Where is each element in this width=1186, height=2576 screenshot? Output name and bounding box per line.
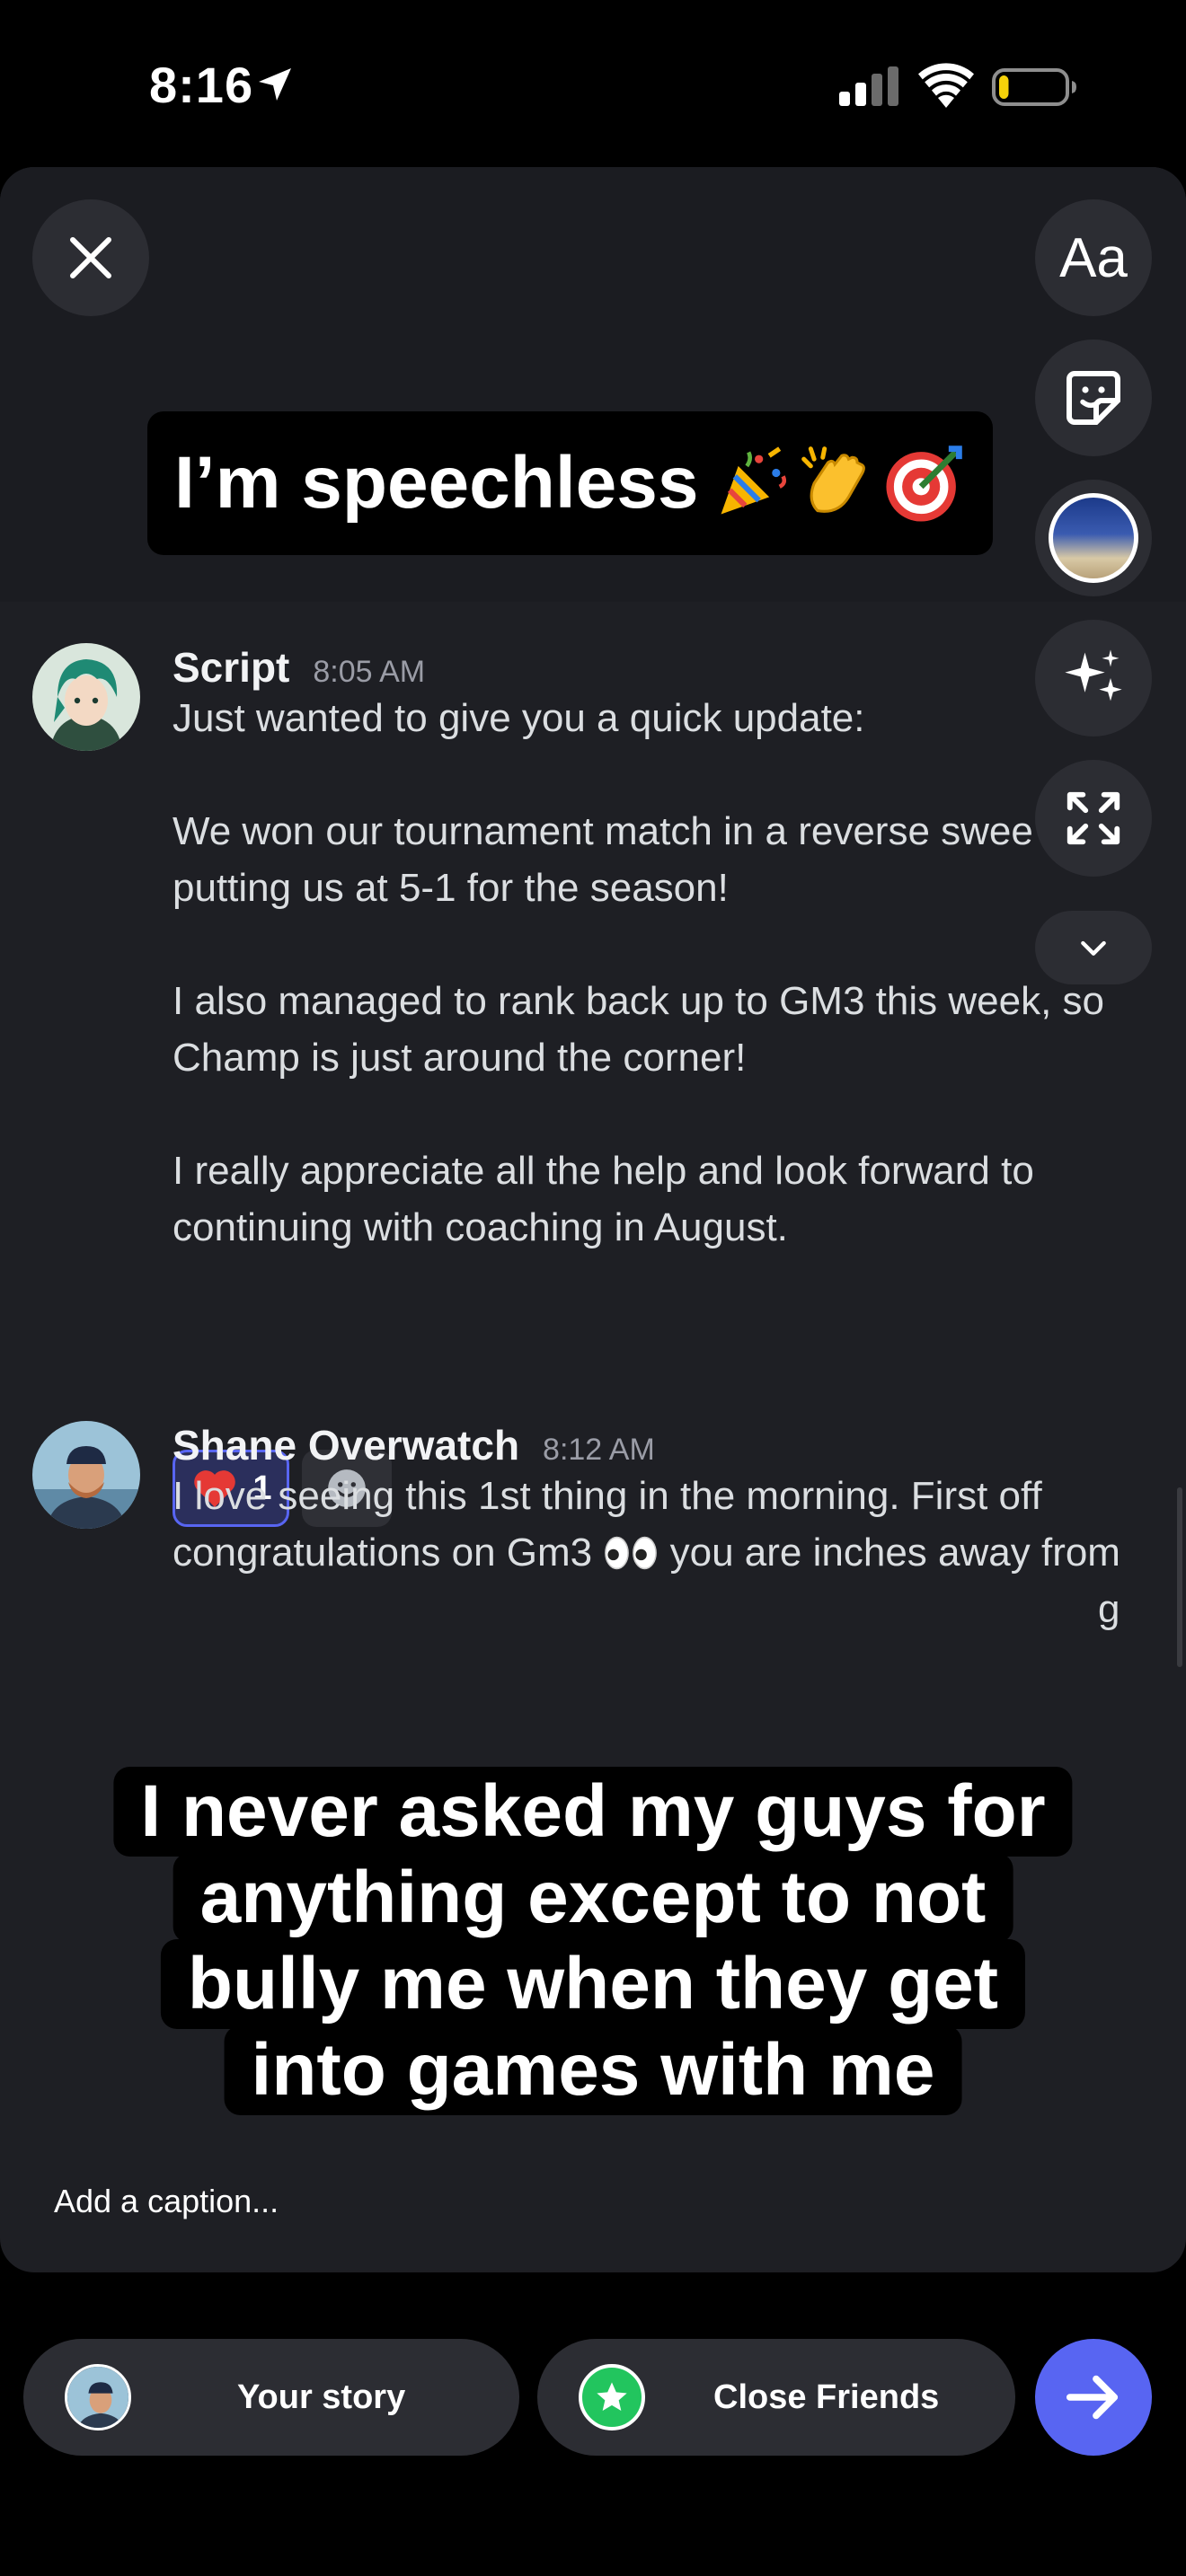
message-line-start: congratulations on Gm3 (173, 1531, 593, 1575)
anime-avatar-image (32, 643, 140, 751)
eyes-emoji-icon (605, 1536, 658, 1570)
message-body: I love seeing this 1st thing in the morn… (173, 1468, 1143, 1631)
party-popper-icon (721, 446, 787, 515)
close-friends-label: Close Friends (713, 2378, 940, 2416)
author-name[interactable]: Script (173, 643, 289, 692)
message-line: congratulations on Gm3 you are inches aw… (173, 1524, 1143, 1581)
cellular-signal-icon (839, 66, 898, 106)
direct-hit-icon (886, 446, 963, 522)
close-button[interactable] (32, 199, 149, 316)
message-header: Shane Overwatch 8:12 AM (173, 1421, 655, 1469)
text-tool-label: Aa (1059, 226, 1128, 289)
caption-line: I never asked my guys for (113, 1767, 1073, 1857)
media-thumbnail-icon (1049, 493, 1138, 583)
clock-time: 8:16 (149, 57, 254, 113)
profile-photo-image (67, 2367, 128, 2428)
top-text-overlay-text: I’m speechless (174, 442, 699, 524)
message-timestamp: 8:12 AM (543, 1433, 655, 1467)
close-friends-badge (579, 2364, 645, 2430)
your-story-label: Your story (237, 2378, 406, 2416)
partial-text: g (1098, 1587, 1120, 1631)
profile-photo-image (32, 1421, 140, 1529)
user-avatar (65, 2364, 131, 2430)
message-line-end: you are inches away from (669, 1531, 1120, 1575)
close-icon (70, 237, 111, 278)
arrow-right-icon (1066, 2375, 1119, 2420)
emoji-group (711, 442, 966, 525)
clapping-hands-icon (801, 446, 866, 513)
scrollbar[interactable] (1177, 1487, 1182, 1667)
top-text-overlay[interactable]: I’m speechless (147, 411, 994, 555)
message-timestamp: 8:05 AM (313, 655, 426, 689)
message-line: I love seeing this 1st thing in the morn… (173, 1474, 1042, 1518)
author-name[interactable]: Shane Overwatch (173, 1421, 519, 1469)
location-arrow-icon (259, 68, 291, 101)
send-button[interactable] (1035, 2339, 1152, 2456)
star-icon (597, 2382, 627, 2411)
story-editor-canvas: Aa I’m speechless Script 8:05 AM Just wa… (0, 167, 1186, 2272)
message-body: Just wanted to give you a quick update: … (173, 696, 1104, 1249)
caption-input[interactable]: Add a caption... (54, 2183, 279, 2220)
caption-line: bully me when they get (160, 1939, 1026, 2029)
status-bar: 8:16 (0, 0, 1186, 162)
avatar-script (32, 643, 140, 751)
sticker-tool-button[interactable] (1035, 340, 1152, 456)
message-header: Script 8:05 AM (173, 643, 425, 692)
close-friends-button[interactable]: Close Friends (537, 2339, 1015, 2456)
sticker-icon (1067, 371, 1120, 425)
caption-line: anything except to not (173, 1853, 1013, 1943)
media-thumbnail-button[interactable] (1035, 480, 1152, 596)
caption-line: into games with me (224, 2025, 962, 2115)
avatar-shane (32, 1421, 140, 1529)
text-tool-button[interactable]: Aa (1035, 199, 1152, 316)
your-story-button[interactable]: Your story (23, 2339, 519, 2456)
battery-low-icon (992, 68, 1076, 106)
wifi-icon (918, 63, 974, 108)
